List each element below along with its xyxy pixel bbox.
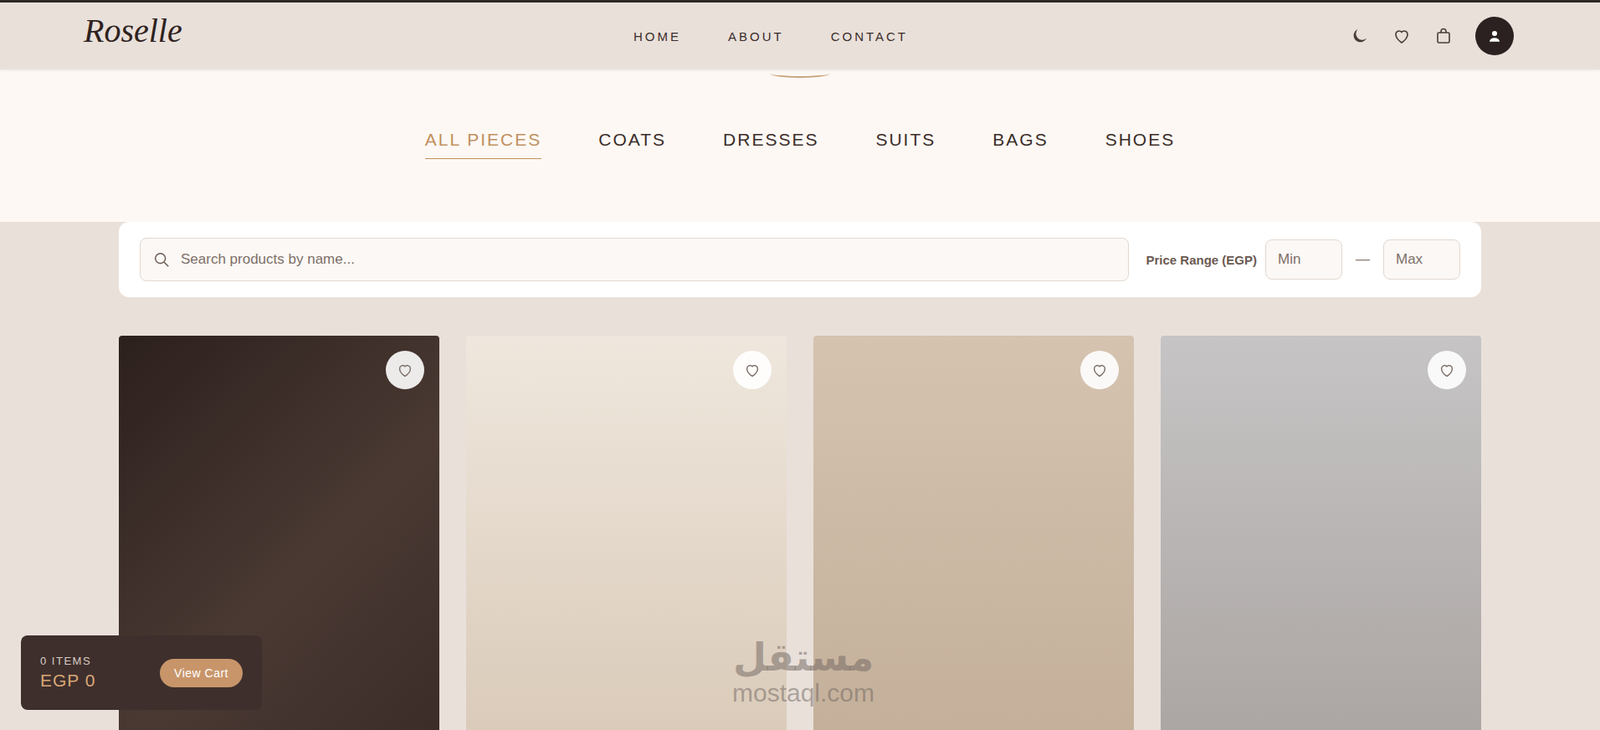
category-tabs: ALL PIECES COATS DRESSES SUITS BAGS SHOES [0, 77, 1600, 159]
search-input[interactable] [179, 250, 1117, 269]
search-icon [152, 250, 171, 269]
category-tab[interactable]: DRESSES [723, 129, 819, 159]
product-card[interactable] [466, 335, 787, 730]
user-icon [1487, 28, 1503, 44]
filter-bar: Price Range (EGP) — [118, 221, 1482, 298]
cart-total: EGP 0 [40, 670, 96, 691]
heart-icon [743, 360, 762, 380]
heart-icon [1437, 360, 1457, 380]
heart-icon [1090, 360, 1109, 380]
bag-icon[interactable] [1433, 25, 1454, 47]
category-tab[interactable]: SHOES [1105, 129, 1176, 159]
favorite-button[interactable] [385, 350, 425, 390]
heart-icon [395, 360, 415, 380]
category-tab[interactable]: BAGS [992, 129, 1048, 159]
nav-link[interactable]: CONTACT [830, 29, 908, 44]
header-actions [1349, 16, 1514, 56]
favorite-button[interactable] [1080, 350, 1119, 390]
moon-icon[interactable] [1349, 25, 1370, 47]
account-button[interactable] [1475, 16, 1514, 56]
category-tab[interactable]: COATS [598, 129, 667, 159]
min-price-input[interactable] [1265, 239, 1343, 280]
nav-link[interactable]: ABOUT [728, 29, 785, 44]
search-field[interactable] [139, 237, 1129, 282]
product-card[interactable] [813, 335, 1134, 730]
price-label: Price Range (EGP) [1145, 252, 1257, 267]
mini-cart: 0 ITEMS EGP 0 View Cart [20, 635, 262, 710]
page: Roselle HOME ABOUT CONTACT ALL PIECES COATS DR… [0, 0, 1600, 730]
cart-count: 0 ITEMS [40, 654, 96, 667]
view-cart-button[interactable]: View Cart [159, 658, 243, 688]
product-grid [118, 335, 1482, 730]
max-price-input[interactable] [1383, 239, 1461, 280]
product-card[interactable] [1160, 335, 1482, 730]
favorite-button[interactable] [1427, 350, 1467, 390]
heart-icon[interactable] [1391, 25, 1412, 47]
header: Roselle HOME ABOUT CONTACT [0, 2, 1600, 70]
watermark: مستقلmostaql.com [702, 635, 904, 707]
logo[interactable]: Roselle [83, 10, 183, 51]
favorite-button[interactable] [733, 350, 772, 390]
category-tab[interactable]: SUITS [875, 129, 936, 159]
nav-link[interactable]: HOME [633, 29, 682, 44]
category-section: ALL PIECES COATS DRESSES SUITS BAGS SHOES [0, 69, 1600, 222]
price-separator: — [1350, 251, 1375, 268]
category-tab[interactable]: ALL PIECES [425, 129, 542, 159]
decor-arc [770, 69, 830, 78]
main-nav: HOME ABOUT CONTACT [633, 29, 908, 44]
